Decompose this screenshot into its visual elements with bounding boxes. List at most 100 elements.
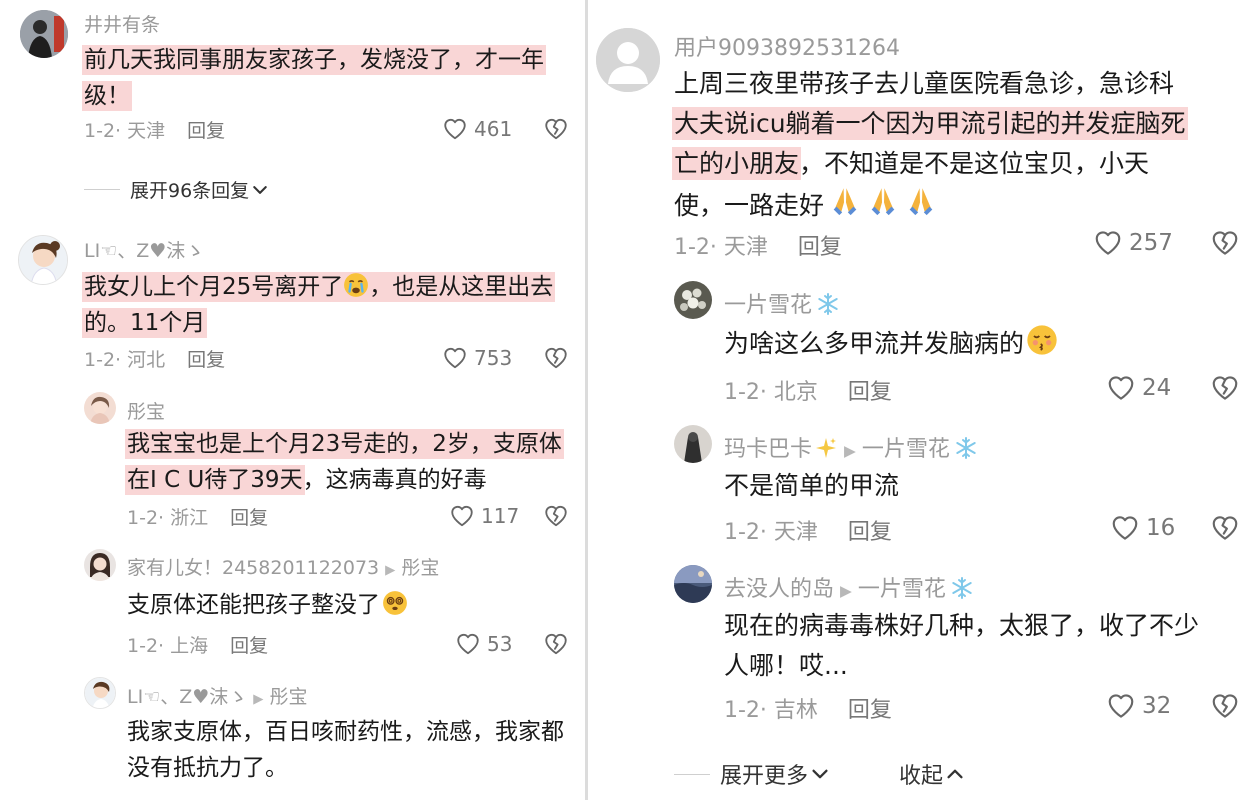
like-button[interactable]: 16 (1110, 513, 1175, 543)
broken-heart-icon[interactable] (1210, 691, 1240, 721)
date-location: 1-2· 天津 (84, 120, 166, 142)
praying-hands-icon (828, 184, 862, 218)
heart-outline-icon (442, 345, 468, 371)
avatar[interactable] (20, 10, 68, 58)
avatar[interactable] (84, 677, 116, 709)
username[interactable]: 用户9093892531264 (674, 30, 900, 62)
crying-emoji-icon (343, 272, 369, 298)
reply-to-username[interactable]: 一片雪花 (858, 577, 946, 602)
avatar[interactable] (18, 235, 68, 285)
username-text: 家有儿女！2458201122073 (127, 557, 380, 579)
default-avatar-icon[interactable] (596, 28, 660, 92)
broken-heart-icon[interactable] (543, 116, 569, 142)
comment-text-part: ，不知道是不是这位宝贝，小天 (799, 149, 1150, 178)
kissing-face-icon (1026, 324, 1058, 356)
chevron-down-icon (252, 182, 268, 198)
date-location: 1-2· 上海 (127, 635, 209, 657)
username-text: LI☜、Z♥沫ゝ (127, 686, 248, 708)
like-button[interactable]: 753 (442, 345, 512, 371)
heart-outline-icon (442, 116, 468, 142)
comment-meta: 1-2· 天津 回复 (724, 514, 892, 546)
like-button[interactable]: 32 (1106, 691, 1171, 721)
reply-button[interactable]: 回复 (848, 520, 892, 545)
comment-text-part: 支原体还能把孩子整没了 (127, 592, 380, 618)
avatar[interactable] (84, 392, 116, 424)
comment-text-part: 我女儿上个月25号离开了 (84, 274, 344, 300)
reply-button[interactable]: 回复 (230, 507, 268, 529)
avatar[interactable] (84, 549, 116, 581)
username[interactable]: LI☜、Z♥沫ゝ ▶ 彤宝 (127, 682, 308, 709)
like-count: 461 (474, 117, 513, 141)
reply-button[interactable]: 回复 (230, 635, 268, 657)
expand-more-button[interactable]: 展开更多 (674, 758, 829, 790)
comment-text: 支原体还能把孩子整没了 (127, 587, 408, 623)
date-location: 1-2· 浙江 (127, 507, 209, 529)
like-button[interactable]: 53 (455, 631, 512, 657)
divider (674, 773, 710, 775)
date-location: 1-2· 天津 (724, 520, 818, 545)
snowflake-icon (950, 576, 974, 600)
reply-button[interactable]: 回复 (187, 349, 225, 371)
comment-meta: 1-2· 吉林 回复 (724, 692, 892, 724)
avatar[interactable] (674, 565, 712, 603)
broken-heart-icon[interactable] (1210, 228, 1240, 258)
username[interactable]: LI☜、Z♥沫ゝ (84, 236, 204, 263)
like-count: 32 (1142, 693, 1172, 719)
comment-meta: 1-2· 天津 回复 (674, 229, 842, 261)
like-count: 117 (481, 504, 520, 528)
right-comment-panel: 用户9093892531264 上周三夜里带孩子去儿童医院看急诊，急诊科 大夫说… (588, 0, 1250, 800)
praying-hands-icon (904, 184, 938, 218)
broken-heart-icon[interactable] (543, 345, 569, 371)
reply-arrow-icon: ▶ (385, 563, 396, 578)
username[interactable]: 一片雪花 (724, 287, 840, 319)
reply-button[interactable]: 回复 (848, 698, 892, 723)
comment-text-part: ，也是从这里出去 (369, 274, 554, 300)
reply-to-username[interactable]: 彤宝 (401, 557, 439, 579)
heart-outline-icon (455, 631, 481, 657)
reply-to-username[interactable]: 一片雪花 (862, 437, 950, 462)
like-count: 16 (1146, 515, 1176, 541)
comment-text-part: 亡的小朋友 (674, 149, 800, 178)
comment-text-line: 大夫说icu躺着一个因为甲流引起的并发症脑死 (674, 109, 1186, 138)
divider (84, 189, 120, 190)
comment-text-line: 不是简单的甲流 (724, 471, 900, 500)
chevron-down-icon (811, 765, 829, 783)
comment-text-line: 上周三夜里带孩子去儿童医院看急诊，急诊科 (674, 69, 1175, 98)
reply-button[interactable]: 回复 (187, 120, 225, 142)
username-text: 玛卡巴卡 (724, 437, 813, 462)
like-button[interactable]: 117 (449, 503, 519, 529)
like-button[interactable]: 24 (1106, 373, 1171, 403)
comment-text-part: 在I C U待了39天 (127, 467, 303, 493)
reply-button[interactable]: 回复 (848, 380, 892, 405)
like-button[interactable]: 257 (1093, 228, 1173, 258)
username[interactable]: 井井有条 (84, 10, 160, 37)
reply-to-username[interactable]: 彤宝 (270, 686, 308, 708)
like-button[interactable]: 461 (442, 116, 512, 142)
expand-replies-button[interactable]: 展开96条回复 (84, 176, 268, 203)
broken-heart-icon[interactable] (1210, 373, 1240, 403)
expand-replies-label: 展开96条回复 (130, 180, 250, 202)
comment-text-part: 为啥这么多甲流并发脑病的 (724, 329, 1025, 358)
left-comment-panel: 井井有条 前几天我同事朋友家孩子，发烧没了，才一年 级！ 1-2· 天津 回复 4… (0, 0, 585, 800)
comment-meta: 1-2· 北京 回复 (724, 374, 892, 406)
broken-heart-icon[interactable] (543, 631, 569, 657)
praying-hands-icon (866, 184, 900, 218)
broken-heart-icon[interactable] (543, 503, 569, 529)
like-count: 257 (1129, 230, 1173, 256)
username[interactable]: 家有儿女！2458201122073 ▶ 彤宝 (127, 553, 439, 580)
heart-outline-icon (1106, 691, 1136, 721)
collapse-button[interactable]: 收起 (899, 758, 964, 790)
reply-button[interactable]: 回复 (798, 235, 842, 260)
comment-meta: 1-2· 上海 回复 (127, 631, 268, 658)
username[interactable]: 去没人的岛 ▶ 一片雪花 (724, 571, 974, 603)
comment-text-line: 人哪！哎... (724, 651, 848, 680)
username[interactable]: 彤宝 (127, 397, 165, 424)
comment-text: 我女儿上个月25号离开了 ，也是从这里出去 的。11个月 (84, 269, 554, 341)
username[interactable]: 玛卡巴卡 ▶ 一片雪花 (724, 431, 978, 463)
broken-heart-icon[interactable] (1210, 513, 1240, 543)
avatar[interactable] (674, 425, 712, 463)
avatar[interactable] (674, 281, 712, 319)
comment-text-line: 现在的病毒毒株好几种，太狠了，收了不少 (724, 611, 1200, 640)
comment-text: 我宝宝也是上个月23号走的，2岁，支原体 在I C U待了39天，这病毒真的好毒 (127, 426, 562, 498)
date-location: 1-2· 河北 (84, 349, 166, 371)
